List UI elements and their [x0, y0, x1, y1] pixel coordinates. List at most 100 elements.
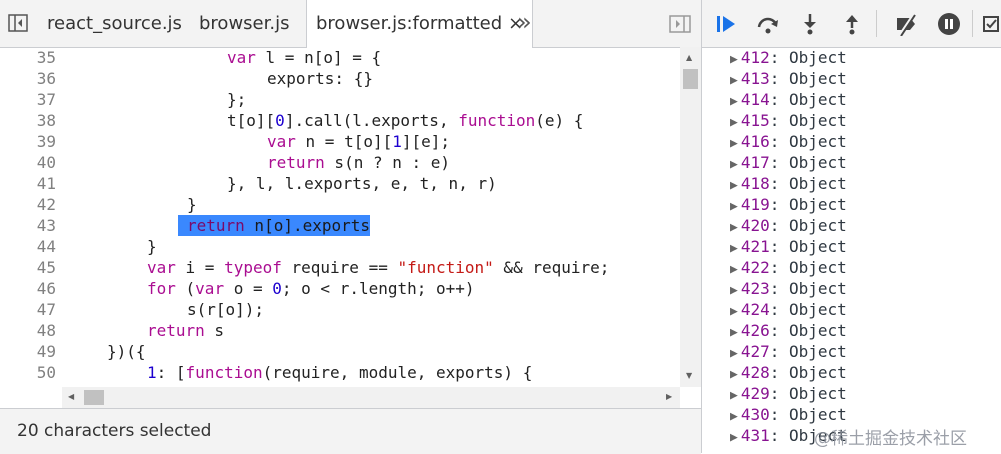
line-number: 45 — [36, 258, 56, 277]
list-item[interactable]: ▶ 429: Object — [730, 383, 847, 404]
line-number: 44 — [36, 237, 56, 256]
line-number: 42 — [36, 195, 56, 214]
list-item[interactable]: ▶ 423: Object — [730, 278, 847, 299]
sources-editor-panel: react_source.js browser.js browser.js:fo… — [0, 0, 701, 454]
pause-on-exceptions-icon[interactable] — [937, 12, 961, 36]
expand-triangle-icon[interactable]: ▶ — [730, 157, 738, 172]
expand-triangle-icon[interactable]: ▶ — [730, 73, 738, 88]
line-number: 47 — [36, 300, 56, 319]
line-number: 50 — [36, 363, 56, 382]
list-item[interactable]: ▶ 415: Object — [730, 110, 847, 131]
expand-triangle-icon[interactable]: ▶ — [730, 52, 738, 67]
code-line: 43 return n[o].exports — [0, 215, 680, 236]
expand-triangle-icon[interactable]: ▶ — [730, 430, 738, 445]
code-line: 45 var i = typeof require == "function" &… — [0, 257, 680, 278]
expand-triangle-icon[interactable]: ▶ — [730, 241, 738, 256]
scope-object-list: ▶ 412: Object ▶ 413: Object ▶ 414: Object ▶… — [702, 47, 1001, 453]
list-item[interactable]: ▶ 420: Object — [730, 215, 847, 236]
more-tabs-button[interactable]: » — [517, 8, 532, 36]
line-number: 35 — [36, 48, 56, 67]
code-editor[interactable]: 35 var l = n[o] = { 36 exports: {} 37}; 38… — [0, 47, 680, 387]
list-item[interactable]: ▶ 419: Object — [730, 194, 847, 215]
list-item[interactable]: ▶ 430: Object — [730, 404, 847, 425]
expand-triangle-icon[interactable]: ▶ — [730, 409, 738, 424]
gutter-corner — [0, 387, 62, 408]
expand-triangle-icon[interactable]: ▶ — [730, 388, 738, 403]
expand-triangle-icon[interactable]: ▶ — [730, 346, 738, 361]
list-item[interactable]: ▶ 427: Object — [730, 341, 847, 362]
expand-triangle-icon[interactable]: ▶ — [730, 283, 738, 298]
list-item[interactable]: ▶ 426: Object — [730, 320, 847, 341]
horizontal-scrollbar[interactable]: ◀ ▶ — [62, 387, 680, 408]
tab-browser-js-formatted[interactable]: browser.js:formatted × — [306, 0, 534, 48]
scroll-up-arrow-icon[interactable]: ▲ — [686, 53, 692, 62]
code-line: 44} — [0, 236, 680, 257]
code-line: 41}, l, l.exports, e, t, n, r) — [0, 173, 680, 194]
list-item[interactable]: ▶ 421: Object — [730, 236, 847, 257]
watermark: @稀土掘金技术社区 — [814, 429, 967, 449]
line-number: 36 — [36, 69, 56, 88]
vertical-scrollbar[interactable]: ▲ ▼ — [680, 47, 701, 387]
expand-triangle-icon[interactable]: ▶ — [730, 178, 738, 193]
code-line: 40 return s(n ? n : e) — [0, 152, 680, 173]
tab-react-source[interactable]: react_source.js — [47, 0, 182, 47]
code-line: 38 t[o][0].call(l.exports, function(e) { — [0, 110, 680, 131]
step-into-icon[interactable] — [798, 12, 822, 36]
expand-triangle-icon[interactable]: ▶ — [730, 115, 738, 130]
status-bar: 20 characters selected — [0, 408, 701, 454]
list-item[interactable]: ▶ 417: Object — [730, 152, 847, 173]
code-line: 39 var n = t[o][1][e]; — [0, 131, 680, 152]
list-item[interactable]: ▶ 413: Object — [730, 68, 847, 89]
resume-icon[interactable] — [714, 12, 738, 36]
scroll-left-arrow-icon[interactable]: ◀ — [68, 392, 74, 401]
tab-browser-js[interactable]: browser.js — [199, 0, 289, 47]
step-over-icon[interactable] — [756, 12, 780, 36]
list-item[interactable]: ▶ 416: Object — [730, 131, 847, 152]
expand-triangle-icon[interactable]: ▶ — [730, 325, 738, 340]
list-item[interactable]: ▶ 424: Object — [730, 299, 847, 320]
list-item[interactable]: ▶ 412: Object — [730, 47, 847, 68]
expand-triangle-icon[interactable]: ▶ — [730, 262, 738, 277]
expand-triangle-icon[interactable]: ▶ — [730, 367, 738, 382]
code-line: 46 for (var o = 0; o < r.length; o++) — [0, 278, 680, 299]
list-item[interactable]: ▶ 422: Object — [730, 257, 847, 278]
line-number: 39 — [36, 132, 56, 151]
toggle-debugger-icon[interactable] — [669, 14, 691, 34]
deactivate-breakpoints-icon[interactable] — [894, 12, 918, 36]
tab-label: browser.js:formatted — [316, 13, 503, 34]
code-line: 47 s(r[o]); — [0, 299, 680, 320]
expand-triangle-icon[interactable]: ▶ — [730, 199, 738, 214]
code-line: 37}; — [0, 89, 680, 110]
line-number: 37 — [36, 90, 56, 109]
code-line: 49})({ — [0, 341, 680, 362]
line-number: 38 — [36, 111, 56, 130]
scroll-down-arrow-icon[interactable]: ▼ — [686, 371, 692, 380]
line-number: 46 — [36, 279, 56, 298]
code-line: 48 return s — [0, 320, 680, 341]
toggle-navigator-icon[interactable] — [8, 13, 28, 33]
debugger-toolbar — [702, 0, 1001, 48]
debugger-sidebar: ▶ 412: Object ▶ 413: Object ▶ 414: Object ▶… — [702, 0, 1001, 453]
selected-text: return n[o].exports — [178, 215, 371, 236]
toolbar-separator — [876, 10, 877, 37]
toolbar-separator — [972, 10, 973, 37]
code-line: 50 1: [function(require, module, exports)… — [0, 362, 680, 383]
line-number: 48 — [36, 321, 56, 340]
step-out-icon[interactable] — [840, 12, 864, 36]
scrollbar-thumb[interactable] — [84, 390, 104, 405]
scroll-right-arrow-icon[interactable]: ▶ — [666, 392, 672, 401]
expand-triangle-icon[interactable]: ▶ — [730, 220, 738, 235]
tab-label: browser.js — [199, 13, 290, 34]
list-item[interactable]: ▶ 418: Object — [730, 173, 847, 194]
checkbox-icon[interactable] — [982, 12, 1001, 36]
list-item[interactable]: ▶ 414: Object — [730, 89, 847, 110]
expand-triangle-icon[interactable]: ▶ — [730, 94, 738, 109]
expand-triangle-icon[interactable]: ▶ — [730, 136, 738, 151]
list-item[interactable]: ▶ 428: Object — [730, 362, 847, 383]
line-number: 40 — [36, 153, 56, 172]
code-line: 35 var l = n[o] = { — [0, 47, 680, 68]
expand-triangle-icon[interactable]: ▶ — [730, 304, 738, 319]
code-line: 42} — [0, 194, 680, 215]
scrollbar-thumb[interactable] — [683, 69, 698, 89]
editor-tab-bar: react_source.js browser.js browser.js:fo… — [0, 0, 701, 48]
